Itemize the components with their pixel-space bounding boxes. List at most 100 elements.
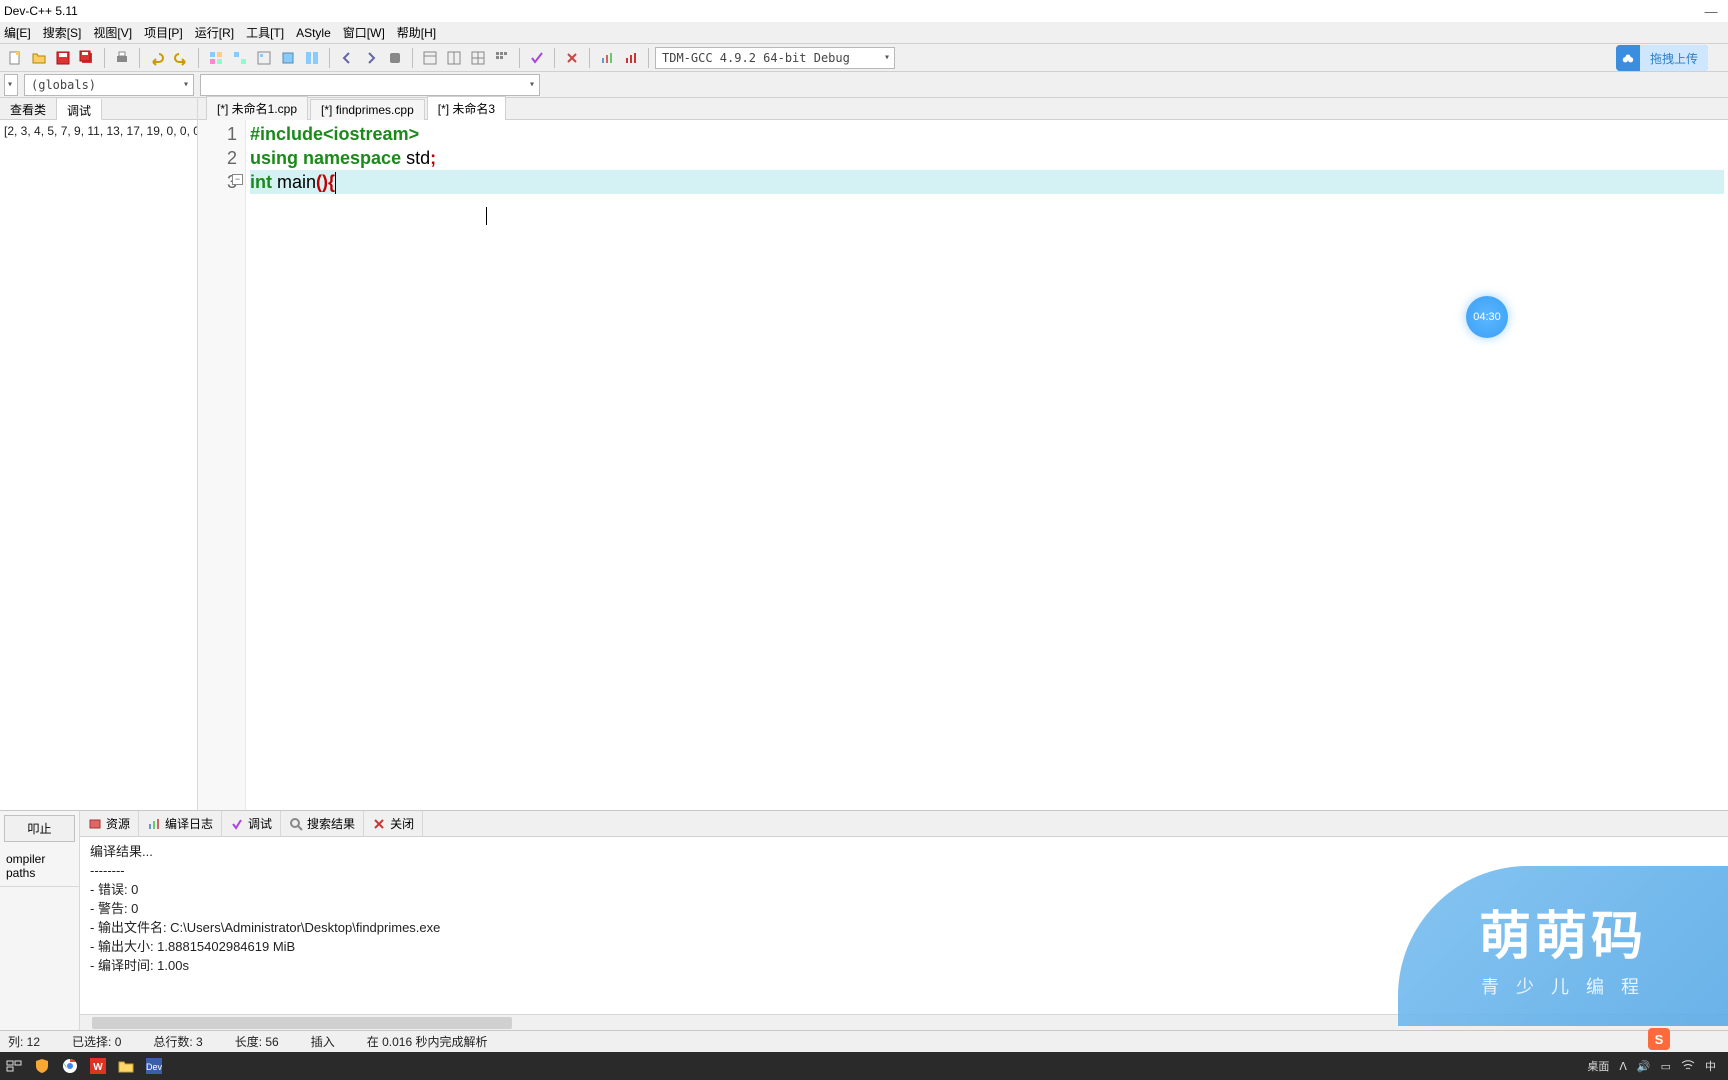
wps-icon[interactable]: W <box>88 1056 108 1076</box>
tab-findprimes[interactable]: [*] findprimes.cpp <box>310 99 425 120</box>
redo-button[interactable] <box>170 47 192 69</box>
windows-taskbar: W Dev 桌面 ᐱ 🔊 ▭ 中 <box>0 1052 1728 1080</box>
taskview-icon[interactable] <box>4 1056 24 1076</box>
globals-select[interactable]: (globals) <box>24 74 194 96</box>
menu-search[interactable]: 搜索[S] <box>43 24 82 41</box>
bottom-tabs: 资源 编译日志 调试 搜索结果 关闭 <box>80 811 1728 837</box>
main-area: 查看类 调试 [2, 3, 4, 5, 7, 9, 11, 13, 17, 19… <box>0 98 1728 810</box>
side-panel: 查看类 调试 [2, 3, 4, 5, 7, 9, 11, 13, 17, 19… <box>0 98 198 810</box>
compiler-select[interactable]: TDM-GCC 4.9.2 64-bit Debug <box>655 47 895 69</box>
main-toolbar: TDM-GCC 4.9.2 64-bit Debug <box>0 44 1728 72</box>
check-button[interactable] <box>526 47 548 69</box>
nav-back-button[interactable] <box>336 47 358 69</box>
code-lines[interactable]: #include<iostream> using namespace std; … <box>246 120 1728 810</box>
menu-astyle[interactable]: AStyle <box>296 26 331 40</box>
tab-search-results[interactable]: 搜索结果 <box>281 811 364 836</box>
profile2-button[interactable] <box>620 47 642 69</box>
tab-unnamed3[interactable]: [*] 未命名3 <box>427 96 506 120</box>
compiler-paths-tab[interactable]: ompiler paths <box>0 846 79 887</box>
line-number: 3− <box>200 170 237 194</box>
minimize-icon[interactable]: — <box>1698 4 1724 19</box>
tab-resource[interactable]: 资源 <box>80 811 139 836</box>
menu-window[interactable]: 窗口[W] <box>343 24 385 41</box>
line-gutter: 1 2 3− <box>198 120 246 810</box>
toolbar-separator <box>519 48 520 68</box>
shield-icon[interactable] <box>32 1056 52 1076</box>
svg-text:W: W <box>93 1062 103 1073</box>
code-editor[interactable]: 1 2 3− #include<iostream> using namespac… <box>198 120 1728 810</box>
cloud-icon <box>1616 45 1640 71</box>
tab-compile-log[interactable]: 编译日志 <box>139 811 222 836</box>
toolbar-separator <box>554 48 555 68</box>
tab-debug-bottom[interactable]: 调试 <box>222 811 281 836</box>
status-length: 长度: 56 <box>235 1033 279 1050</box>
cancel-button[interactable] <box>561 47 583 69</box>
secondary-toolbar: (globals) <box>0 72 1728 98</box>
run-button[interactable] <box>229 47 251 69</box>
rebuild-button[interactable] <box>277 47 299 69</box>
menu-tools[interactable]: 工具[T] <box>246 24 284 41</box>
toolbar-separator <box>104 48 105 68</box>
layout4-button[interactable] <box>491 47 513 69</box>
tray-desktop-label[interactable]: 桌面 <box>1587 1058 1609 1074</box>
fold-icon[interactable]: − <box>232 174 243 185</box>
code-line: #include<iostream> <box>250 122 1724 146</box>
status-bar: 列: 12 已选择: 0 总行数: 3 长度: 56 插入 在 0.016 秒内… <box>0 1030 1728 1052</box>
stop-button[interactable]: 叩止 <box>4 815 75 842</box>
explorer-icon[interactable] <box>116 1056 136 1076</box>
watermark-subtitle: 青 少 儿 编 程 <box>1481 973 1645 999</box>
tab-view-class[interactable]: 查看类 <box>0 98 57 119</box>
tray-volume-icon[interactable]: 🔊 <box>1637 1060 1651 1073</box>
line-number: 1 <box>200 122 237 146</box>
watermark-title: 萌萌码 <box>1479 894 1647 969</box>
save-button[interactable] <box>52 47 74 69</box>
function-select[interactable] <box>200 74 540 96</box>
menu-help[interactable]: 帮助[H] <box>397 24 436 41</box>
menu-edit[interactable]: 编[E] <box>4 24 31 41</box>
print-button[interactable] <box>111 47 133 69</box>
sogou-ime-badge[interactable]: S <box>1648 1028 1670 1050</box>
tray-wifi-icon[interactable] <box>1681 1058 1695 1075</box>
tab-unnamed1[interactable]: [*] 未命名1.cpp <box>206 96 308 120</box>
open-file-button[interactable] <box>28 47 50 69</box>
empty-select[interactable] <box>4 74 18 96</box>
layout3-button[interactable] <box>467 47 489 69</box>
debug-button[interactable] <box>301 47 323 69</box>
debug-watch-value[interactable]: [2, 3, 4, 5, 7, 9, 11, 13, 17, 19, 0, 0,… <box>0 120 197 810</box>
toolbar-separator <box>589 48 590 68</box>
tray-chevron-up-icon[interactable]: ᐱ <box>1619 1060 1627 1073</box>
new-file-button[interactable] <box>4 47 26 69</box>
chrome-icon[interactable] <box>60 1056 80 1076</box>
menu-project[interactable]: 项目[P] <box>144 24 183 41</box>
menu-run[interactable]: 运行[R] <box>195 24 234 41</box>
toolbar-separator <box>648 48 649 68</box>
profile-button[interactable] <box>596 47 618 69</box>
tray-battery-icon[interactable]: ▭ <box>1661 1060 1671 1073</box>
tab-debug[interactable]: 调试 <box>57 99 102 120</box>
status-mode: 插入 <box>311 1033 335 1050</box>
scrollbar-thumb[interactable] <box>92 1017 512 1029</box>
devcpp-icon[interactable]: Dev <box>144 1056 164 1076</box>
undo-button[interactable] <box>146 47 168 69</box>
compile-button[interactable] <box>205 47 227 69</box>
code-line-active: int main(){ <box>250 170 1724 194</box>
status-lines: 总行数: 3 <box>153 1033 202 1050</box>
system-tray: 桌面 ᐱ 🔊 ▭ 中 <box>1587 1058 1724 1075</box>
nav-stop-button[interactable] <box>384 47 406 69</box>
tab-close[interactable]: 关闭 <box>364 811 423 836</box>
bottom-left-tabs: 叩止 ompiler paths <box>0 811 80 1030</box>
editor-area: [*] 未命名1.cpp [*] findprimes.cpp [*] 未命名3… <box>198 98 1728 810</box>
layout2-button[interactable] <box>443 47 465 69</box>
tray-ime[interactable]: 中 <box>1705 1058 1716 1074</box>
status-parse: 在 0.016 秒内完成解析 <box>367 1033 488 1050</box>
upload-label: 拖拽上传 <box>1640 45 1708 71</box>
compile-run-button[interactable] <box>253 47 275 69</box>
status-selected: 已选择: 0 <box>72 1033 121 1050</box>
toolbar-separator <box>139 48 140 68</box>
save-all-button[interactable] <box>76 47 98 69</box>
nav-forward-button[interactable] <box>360 47 382 69</box>
drag-upload-button[interactable]: 拖拽上传 <box>1616 45 1708 71</box>
layout1-button[interactable] <box>419 47 441 69</box>
menu-view[interactable]: 视图[V] <box>93 24 132 41</box>
side-tabs: 查看类 调试 <box>0 98 197 120</box>
